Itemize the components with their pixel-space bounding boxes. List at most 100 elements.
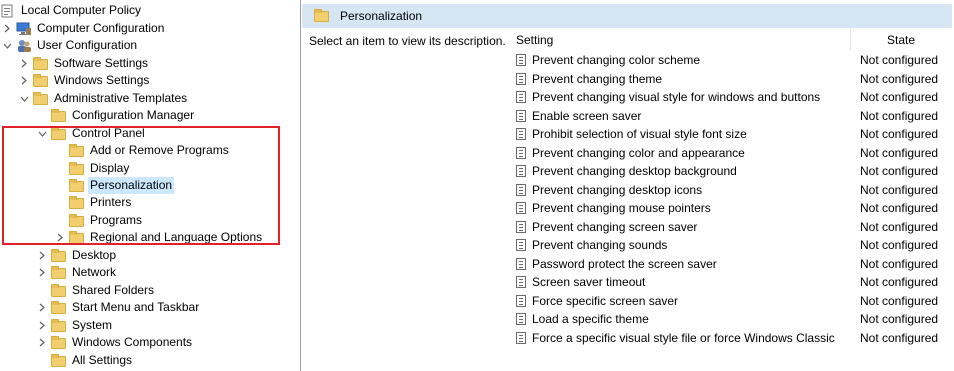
setting-row[interactable]: Prohibit selection of visual style font … [510, 125, 954, 143]
policy-setting-icon [516, 146, 526, 159]
chevron-right-icon[interactable] [19, 72, 29, 89]
folder-icon [314, 9, 330, 23]
setting-row[interactable]: Password protect the screen saver Not con… [510, 255, 954, 273]
setting-name: Prohibit selection of visual style font … [532, 127, 747, 141]
setting-row[interactable]: Load a specific theme Not configured [510, 310, 954, 328]
policy-tree-pane: Local Computer Policy Computer Configura… [0, 0, 301, 371]
folder-icon [69, 195, 85, 210]
tree-item-shared-folders[interactable]: Shared Folders [51, 282, 156, 299]
tree-item-system[interactable]: System [37, 317, 114, 334]
setting-name: Password protect the screen saver [532, 256, 717, 271]
setting-row[interactable]: Screen saver timeout Not configured [510, 273, 954, 291]
users-icon [16, 39, 32, 53]
computer-icon [16, 22, 32, 36]
folder-icon [33, 91, 49, 106]
folder-icon [33, 56, 49, 71]
setting-row[interactable]: Enable screen saver Not configured [510, 107, 954, 125]
setting-name: Prevent changing sounds [532, 238, 668, 252]
chevron-down-icon[interactable] [37, 125, 47, 142]
folder-icon [51, 108, 67, 123]
chevron-right-icon[interactable] [2, 20, 12, 37]
chevron-down-icon[interactable] [19, 90, 29, 107]
policy-setting-icon [516, 331, 526, 344]
setting-state: Not configured [860, 238, 939, 252]
tree-item-add-or-remove-programs[interactable]: Add or Remove Programs [69, 142, 231, 159]
folder-icon [51, 248, 67, 263]
chevron-right-icon[interactable] [37, 247, 47, 264]
tree-item-all-settings[interactable]: All Settings [51, 352, 134, 369]
tree-item-desktop[interactable]: Desktop [37, 247, 118, 264]
setting-state: Not configured [860, 182, 939, 197]
setting-state: Not configured [860, 275, 939, 289]
setting-row[interactable]: Force specific screen saver Not configure… [510, 292, 954, 310]
folder-icon [33, 73, 49, 88]
chevron-right-icon[interactable] [55, 229, 65, 246]
folder-icon [69, 230, 85, 245]
policy-setting-icon [516, 202, 526, 214]
setting-state: Not configured [860, 256, 939, 271]
chevron-down-icon[interactable] [2, 37, 12, 54]
tree-item-windows-components[interactable]: Windows Components [37, 334, 194, 351]
setting-name: Prevent changing screen saver [532, 219, 698, 234]
tree-item-network[interactable]: Network [37, 264, 118, 281]
policy-setting-icon [516, 294, 526, 307]
column-divider[interactable] [850, 28, 851, 50]
setting-row[interactable]: Prevent changing color scheme Not configu… [510, 51, 954, 69]
setting-row[interactable]: Prevent changing color and appearance Not… [510, 144, 954, 162]
setting-name: Prevent changing visual style for window… [532, 90, 821, 104]
setting-state: Not configured [860, 90, 939, 104]
setting-row[interactable]: Prevent changing visual style for window… [510, 88, 954, 106]
tree-item-start-menu-and-taskbar[interactable]: Start Menu and Taskbar [37, 299, 201, 316]
setting-row[interactable]: Prevent changing theme Not configured [510, 70, 954, 88]
setting-state: Not configured [860, 312, 939, 326]
chevron-right-icon[interactable] [37, 299, 47, 316]
setting-state: Not configured [860, 330, 939, 345]
tree-item-software-settings[interactable]: Software Settings [19, 55, 150, 72]
description-text: Select an item to view its description. [309, 34, 506, 48]
folder-icon [51, 300, 67, 315]
setting-row[interactable]: Prevent changing sounds Not configured [510, 236, 954, 254]
setting-state: Not configured [860, 53, 939, 67]
policy-setting-icon [516, 109, 526, 122]
setting-name: Prevent changing desktop background [532, 164, 737, 178]
setting-row[interactable]: Prevent changing desktop icons Not config… [510, 181, 954, 199]
policy-setting-icon [516, 183, 526, 196]
tree-item-display[interactable]: Display [69, 160, 131, 177]
tree-item-administrative-templates[interactable]: Administrative Templates [19, 90, 189, 107]
policy-setting-icon [516, 54, 526, 66]
setting-state: Not configured [860, 145, 939, 160]
chevron-right-icon[interactable] [37, 317, 47, 334]
setting-name: Load a specific theme [532, 312, 649, 326]
column-header-state[interactable]: State [887, 33, 915, 47]
tree-item-printers[interactable]: Printers [69, 194, 133, 211]
category-header: Personalization [302, 4, 952, 28]
tree-item-local-computer-policy[interactable]: Local Computer Policy [0, 2, 143, 19]
policy-setting-icon [516, 220, 526, 233]
details-pane: Personalization Select an item to view i… [301, 0, 954, 371]
tree-item-personalization[interactable]: Personalization [69, 177, 175, 194]
setting-row[interactable]: Prevent changing desktop background Not c… [510, 162, 954, 180]
tree-item-windows-settings[interactable]: Windows Settings [19, 72, 151, 89]
folder-icon [51, 126, 67, 141]
setting-state: Not configured [860, 219, 939, 234]
chevron-right-icon[interactable] [37, 334, 47, 351]
setting-name: Screen saver timeout [532, 275, 646, 289]
setting-row[interactable]: Force a specific visual style file or fo… [510, 329, 954, 347]
chevron-right-icon[interactable] [19, 55, 29, 72]
settings-folder-icon [51, 353, 67, 368]
setting-name: Prevent changing color scheme [532, 53, 701, 67]
folder-icon [69, 143, 85, 158]
tree-item-programs[interactable]: Programs [69, 212, 144, 229]
column-header-setting[interactable]: Setting [516, 33, 553, 47]
tree-item-user-configuration[interactable]: User Configuration [2, 37, 139, 54]
tree-item-control-panel[interactable]: Control Panel [37, 125, 147, 142]
setting-state: Not configured [860, 108, 939, 123]
chevron-right-icon[interactable] [37, 264, 47, 281]
tree-item-configuration-manager[interactable]: Configuration Manager [51, 107, 196, 124]
setting-row[interactable]: Prevent changing mouse pointers Not confi… [510, 199, 954, 217]
policy-setting-icon [516, 91, 526, 103]
tree-item-regional-and-language-options[interactable]: Regional and Language Options [55, 229, 264, 246]
setting-row[interactable]: Prevent changing screen saver Not configu… [510, 218, 954, 236]
policy-setting-icon [516, 313, 526, 325]
tree-item-computer-configuration[interactable]: Computer Configuration [2, 20, 166, 37]
